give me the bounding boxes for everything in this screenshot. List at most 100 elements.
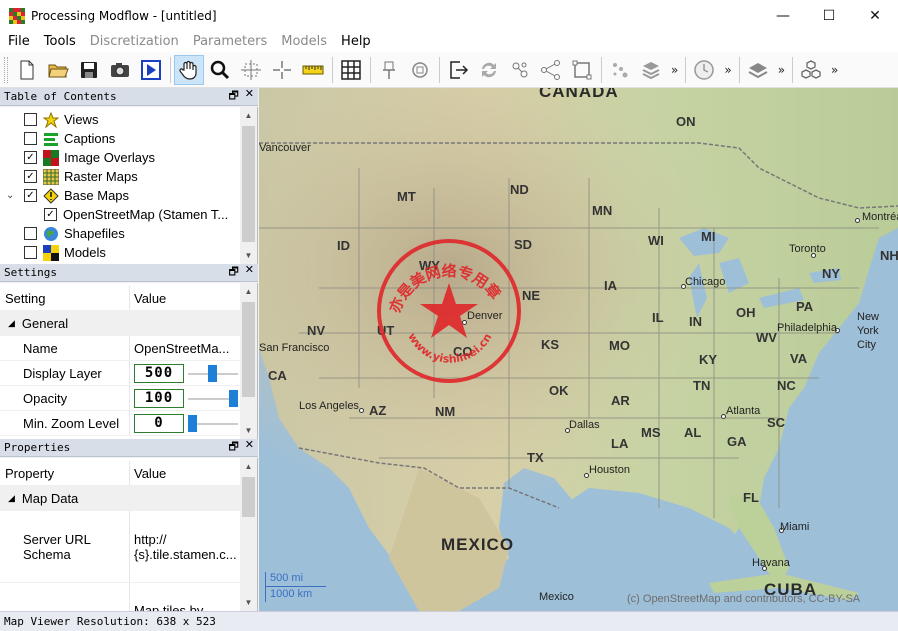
- toc-item-raster-maps[interactable]: ✓ Raster Maps: [24, 167, 257, 186]
- menu-discretization[interactable]: Discretization: [83, 34, 186, 49]
- refresh-area-icon[interactable]: [405, 55, 435, 85]
- float-panel-icon[interactable]: 🗗: [228, 87, 238, 106]
- menu-parameters[interactable]: Parameters: [186, 34, 274, 49]
- scroll-thumb[interactable]: [242, 126, 255, 242]
- run-icon[interactable]: [136, 55, 166, 85]
- server-url-value[interactable]: http://: [134, 532, 167, 547]
- menu-tools[interactable]: Tools: [37, 34, 83, 49]
- network-icon[interactable]: [536, 55, 566, 85]
- toolbar-grip[interactable]: [4, 56, 8, 83]
- toc-scrollbar[interactable]: ▲ ▼: [240, 107, 257, 264]
- image-overlays-checkbox[interactable]: ✓: [24, 151, 37, 164]
- minimize-button[interactable]: —: [760, 0, 806, 31]
- toc-item-models[interactable]: Models: [24, 243, 257, 262]
- select-area-icon[interactable]: [236, 55, 266, 85]
- new-file-icon[interactable]: [12, 55, 42, 85]
- toc-item-views[interactable]: Views: [24, 110, 257, 129]
- scroll-up-icon[interactable]: ▲: [240, 107, 257, 124]
- scroll-thumb[interactable]: [242, 477, 255, 517]
- settings-row-opacity[interactable]: Opacity 100: [0, 386, 240, 411]
- ruler-icon[interactable]: [298, 55, 328, 85]
- map-city-label: Miami: [780, 521, 810, 533]
- toc-item-shapefiles[interactable]: Shapefiles: [24, 224, 257, 243]
- toolbar-overflow-button[interactable]: »: [831, 63, 838, 77]
- layer-stack-icon[interactable]: [743, 55, 773, 85]
- views-checkbox[interactable]: [24, 113, 37, 126]
- close-panel-icon[interactable]: ✕: [245, 438, 254, 457]
- scroll-down-icon[interactable]: ▼: [240, 247, 257, 264]
- scroll-down-icon[interactable]: ▼: [240, 422, 257, 439]
- settings-category-row[interactable]: ◢ General: [0, 311, 240, 336]
- captions-checkbox[interactable]: [24, 132, 37, 145]
- value-column-header[interactable]: Value: [130, 286, 240, 310]
- base-maps-checkbox[interactable]: ✓: [24, 189, 37, 202]
- settings-scrollbar[interactable]: ▲ ▼: [240, 283, 257, 439]
- clock-icon[interactable]: [689, 55, 719, 85]
- scroll-down-icon[interactable]: ▼: [240, 594, 257, 611]
- float-panel-icon[interactable]: 🗗: [228, 438, 238, 457]
- slider-knob[interactable]: [229, 389, 238, 407]
- properties-category-row[interactable]: ◢ Map Data: [0, 486, 240, 511]
- toolbar-overflow-button[interactable]: »: [671, 63, 678, 77]
- properties-scrollbar[interactable]: ▲ ▼: [240, 458, 257, 611]
- slider-knob[interactable]: [188, 414, 197, 432]
- collapse-triangle-icon[interactable]: ◢: [8, 493, 15, 504]
- map-state-label: AR: [611, 393, 630, 408]
- toc-item-captions[interactable]: Captions: [24, 129, 257, 148]
- display-layer-slider[interactable]: [188, 364, 238, 383]
- toc-item-image-overlays[interactable]: ✓ Image Overlays: [24, 148, 257, 167]
- toc-item-base-maps[interactable]: ⌄ ✓ Base Maps: [6, 186, 257, 205]
- property-column-header[interactable]: Property: [0, 461, 130, 485]
- properties-row-server-url[interactable]: Server URL Schema http:// {s}.tile.stame…: [0, 511, 240, 583]
- grid-icon[interactable]: [336, 55, 366, 85]
- float-panel-icon[interactable]: 🗗: [228, 263, 238, 282]
- scroll-thumb[interactable]: [242, 302, 255, 397]
- zoom-icon[interactable]: [205, 55, 235, 85]
- models-checkbox[interactable]: [24, 246, 37, 259]
- camera-icon[interactable]: [105, 55, 135, 85]
- layers-3d-icon[interactable]: [636, 55, 666, 85]
- sync-icon[interactable]: [474, 55, 504, 85]
- menu-file[interactable]: File: [1, 34, 37, 49]
- settings-row-name[interactable]: Name OpenStreetMa...: [0, 336, 240, 361]
- cubes-icon[interactable]: [796, 55, 826, 85]
- value-column-header[interactable]: Value: [130, 461, 240, 485]
- status-bar: Map Viewer Resolution: 638 x 523: [0, 611, 898, 631]
- collapse-triangle-icon[interactable]: ◢: [8, 318, 15, 329]
- settings-row-min-zoom[interactable]: Min. Zoom Level 0: [0, 411, 240, 436]
- scroll-up-icon[interactable]: ▲: [240, 458, 257, 475]
- menu-models[interactable]: Models: [274, 34, 334, 49]
- shapefiles-checkbox[interactable]: [24, 227, 37, 240]
- properties-row-attribution[interactable]: Map tiles by: [0, 583, 240, 611]
- scroll-up-icon[interactable]: ▲: [240, 283, 257, 300]
- setting-column-header[interactable]: Setting: [0, 286, 130, 310]
- frame-icon[interactable]: [567, 55, 597, 85]
- nodes-icon[interactable]: [505, 55, 535, 85]
- maximize-button[interactable]: ☐: [806, 0, 852, 31]
- close-panel-icon[interactable]: ✕: [245, 87, 254, 106]
- save-icon[interactable]: [74, 55, 104, 85]
- opacity-slider[interactable]: [188, 389, 238, 408]
- slider-knob[interactable]: [208, 364, 217, 382]
- map-viewer[interactable]: CANADA MEXICO CUBA ON MT ND MN SD WI MI …: [259, 88, 898, 611]
- pin-icon[interactable]: [374, 55, 404, 85]
- raster-maps-checkbox[interactable]: ✓: [24, 170, 37, 183]
- open-folder-icon[interactable]: [43, 55, 73, 85]
- close-panel-icon[interactable]: ✕: [245, 263, 254, 282]
- name-value[interactable]: OpenStreetMa...: [130, 336, 240, 360]
- settings-row-display-layer[interactable]: Display Layer 500: [0, 361, 240, 386]
- menu-help[interactable]: Help: [334, 34, 378, 49]
- toolbar-overflow-button[interactable]: »: [778, 63, 785, 77]
- attribution-value[interactable]: Map tiles by: [130, 583, 240, 611]
- export-icon[interactable]: [443, 55, 473, 85]
- min-zoom-slider[interactable]: [188, 414, 238, 433]
- chevron-down-icon[interactable]: ⌄: [6, 190, 14, 201]
- toc-item-openstreetmap[interactable]: ✓ OpenStreetMap (Stamen T...: [24, 205, 257, 224]
- server-url-value[interactable]: {s}.tile.stamen.c...: [134, 547, 237, 562]
- close-button[interactable]: ✕: [852, 0, 898, 31]
- particles-icon[interactable]: [605, 55, 635, 85]
- crosshair-icon[interactable]: [267, 55, 297, 85]
- pan-hand-icon[interactable]: [174, 54, 204, 85]
- toolbar-overflow-button[interactable]: »: [724, 63, 731, 77]
- openstreetmap-checkbox[interactable]: ✓: [44, 208, 57, 221]
